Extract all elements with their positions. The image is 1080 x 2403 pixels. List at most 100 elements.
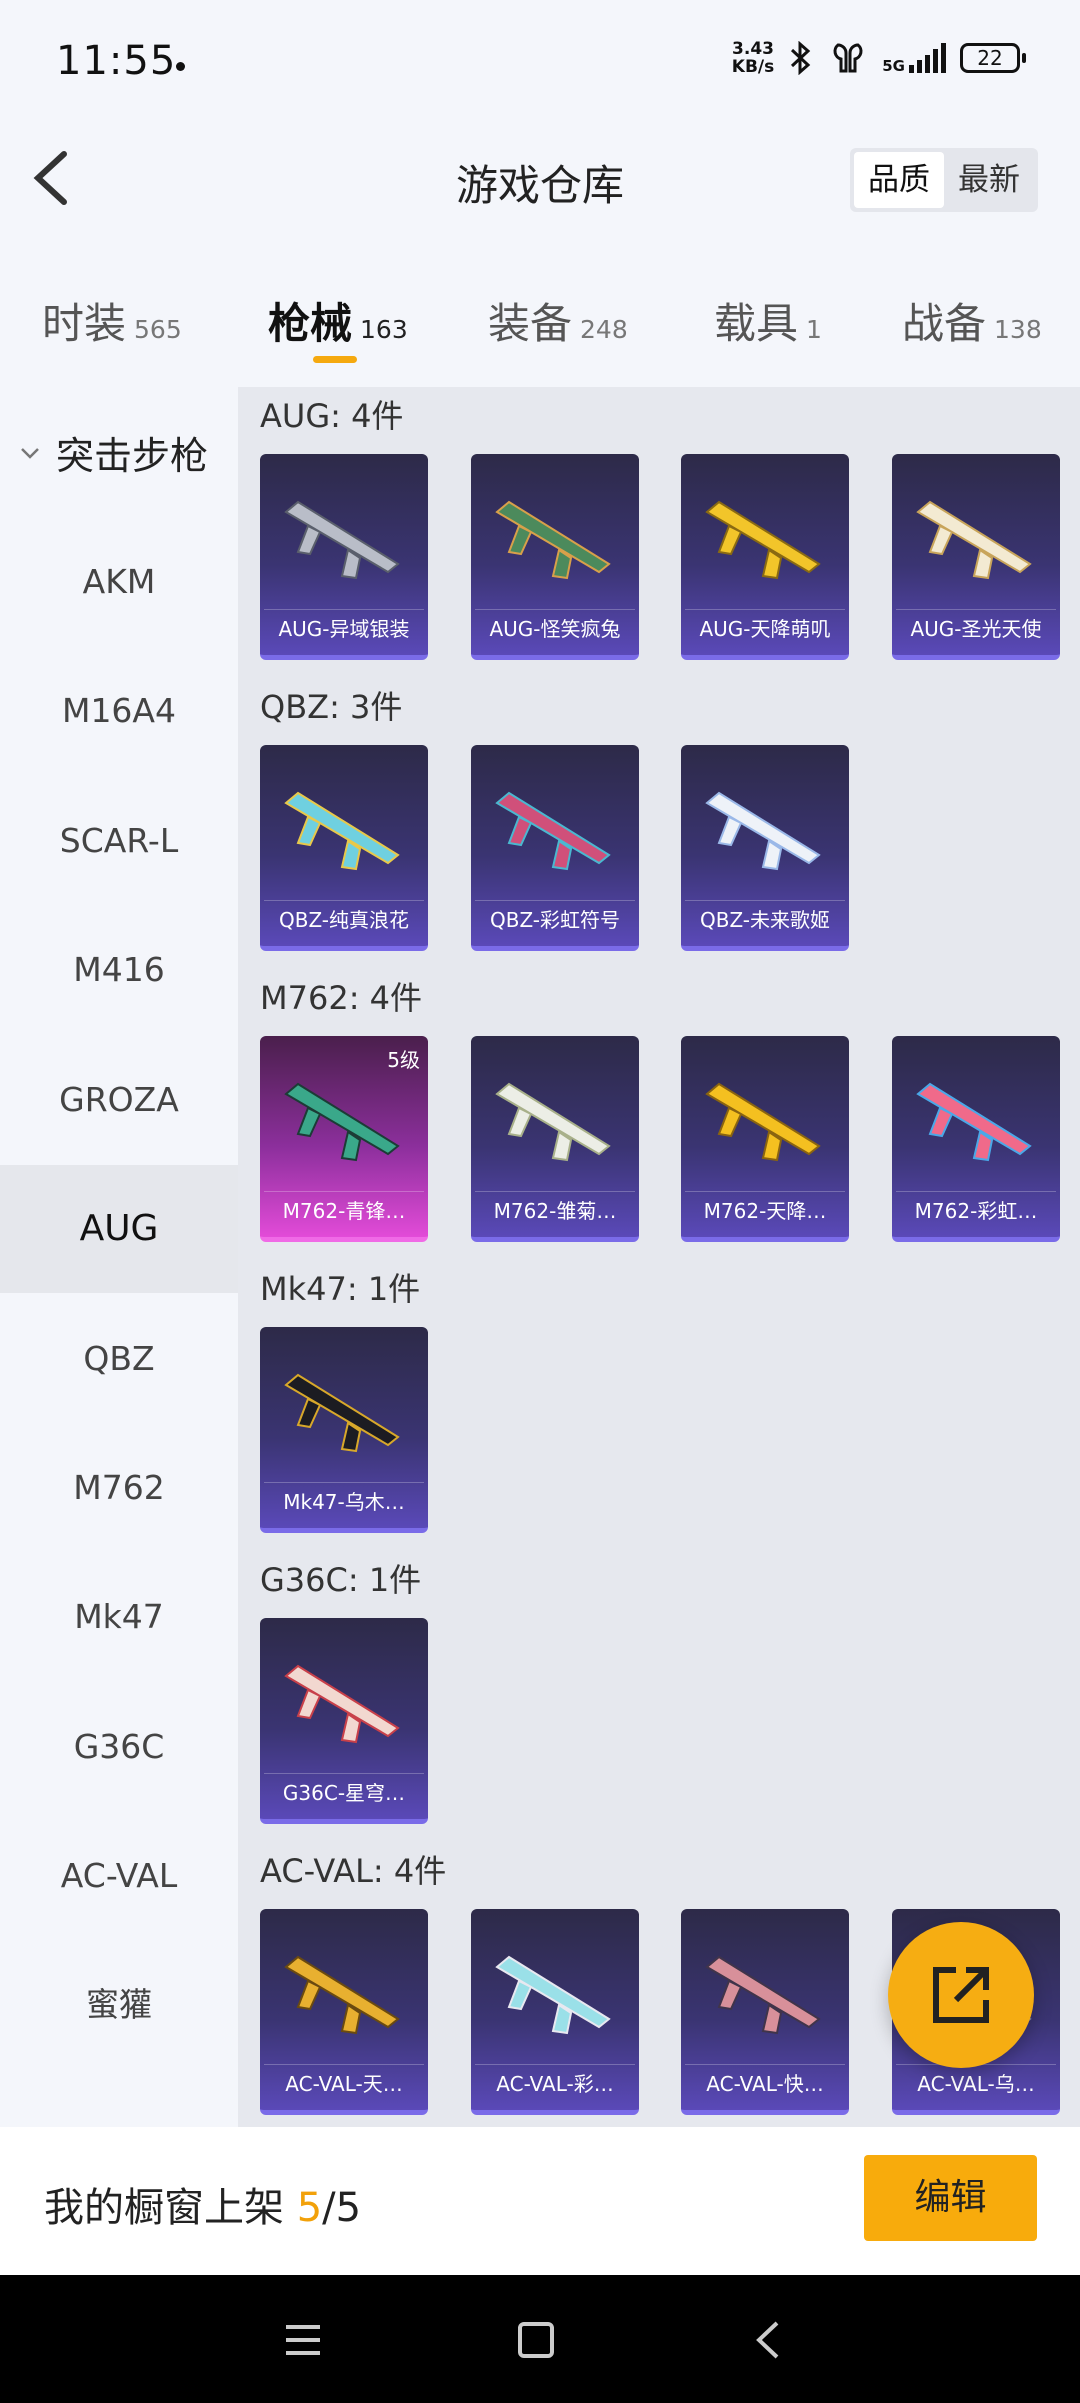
tab-count: 138: [994, 315, 1042, 344]
system-nav-bar: [0, 2275, 1080, 2403]
share-fab-button[interactable]: [888, 1922, 1034, 2068]
sidebar-item-aug[interactable]: AUG: [0, 1165, 238, 1293]
header: 游戏仓库 品质 最新: [0, 130, 1080, 230]
skin-card[interactable]: AC-VAL-天…: [260, 1909, 428, 2115]
skin-name: QBZ-纯真浪花: [264, 900, 424, 938]
skin-card[interactable]: 5级 M762-青锋…: [260, 1036, 428, 1242]
status-time: 11:55: [56, 38, 177, 84]
network-speed-unit: KB/s: [731, 57, 775, 77]
showcase-label: 我的橱窗上架: [44, 2185, 284, 2231]
category-tabs: 时装 565 枪械 163 装备 248 载具 1 战备 138: [0, 270, 1080, 380]
sidebar-item-groza[interactable]: GROZA: [0, 1036, 238, 1164]
sidebar-item-qbz[interactable]: QBZ: [0, 1295, 238, 1423]
skin-name: AUG-天降萌叽: [685, 609, 845, 647]
sidebar-item-m762[interactable]: M762: [0, 1424, 238, 1552]
skin-card[interactable]: AUG-异域银装: [260, 454, 428, 660]
sort-toggle: 品质 最新: [850, 148, 1038, 212]
skin-name: G36C-星穹…: [264, 1773, 424, 1811]
sidebar-item-akm[interactable]: AKM: [0, 518, 238, 646]
sidebar-item-g36c[interactable]: G36C: [0, 1683, 238, 1811]
skin-card[interactable]: G36C-星穹…: [260, 1618, 428, 1824]
skin-card[interactable]: QBZ-未来歌姬: [681, 745, 849, 951]
skin-card[interactable]: M762-雏菊…: [471, 1036, 639, 1242]
showcase-status: 我的橱窗上架 5/5: [44, 2175, 361, 2233]
sort-latest-option[interactable]: 最新: [944, 152, 1034, 208]
sort-quality-option[interactable]: 品质: [854, 152, 944, 208]
skin-name: AC-VAL-彩…: [475, 2064, 635, 2102]
menu-icon[interactable]: [278, 2315, 328, 2365]
rifle-icon: [495, 1955, 611, 2035]
skin-name: M762-彩虹…: [896, 1191, 1056, 1229]
sidebar-category-header[interactable]: 突击步枪: [18, 425, 208, 480]
rifle-icon: [284, 1955, 400, 2035]
group-title-ac-val: AC-VAL: 4件: [260, 1852, 447, 1890]
share-icon: [933, 1967, 989, 2023]
sidebar-item-m16a4[interactable]: M16A4: [0, 647, 238, 775]
sidebar-item-ac-val[interactable]: AC-VAL: [0, 1812, 238, 1940]
rifle-icon: [495, 500, 611, 580]
skin-card[interactable]: M762-天降…: [681, 1036, 849, 1242]
skin-card[interactable]: Mk47-乌木…: [260, 1327, 428, 1533]
rifle-icon: [916, 500, 1032, 580]
skin-card[interactable]: AC-VAL-彩…: [471, 1909, 639, 2115]
back-nav-icon[interactable]: [745, 2315, 795, 2365]
tab-label: 战备: [902, 299, 987, 348]
skin-card[interactable]: AUG-圣光天使: [892, 454, 1060, 660]
skin-name: AC-VAL-乌…: [896, 2064, 1056, 2102]
tab-equipment[interactable]: 装备 248: [488, 290, 628, 351]
tab-fashion[interactable]: 时装 565: [42, 290, 182, 351]
skin-name: AUG-怪笑疯兔: [475, 609, 635, 647]
signal-icon: [909, 43, 946, 73]
skin-name: AUG-圣光天使: [896, 609, 1056, 647]
sidebar-item-honey-badger[interactable]: 蜜獾: [0, 1941, 238, 2069]
rifle-icon: [916, 1082, 1032, 1162]
skin-name: AUG-异域银装: [264, 609, 424, 647]
status-bar: 11:55 3.43 KB/s 5G 22: [0, 0, 1080, 130]
network-speed: 3.43 KB/s: [732, 40, 774, 76]
showcase-total: /5: [322, 2185, 362, 2231]
rifle-icon: [705, 1082, 821, 1162]
sidebar-item-m416[interactable]: M416: [0, 906, 238, 1034]
sidebar-item-scar-l[interactable]: SCAR-L: [0, 777, 238, 905]
network-type: 5G: [882, 57, 905, 75]
skin-name: M762-天降…: [685, 1191, 845, 1229]
tab-firearms[interactable]: 枪械 163: [268, 290, 408, 351]
tab-label: 载具: [714, 299, 799, 348]
home-icon[interactable]: [511, 2315, 561, 2365]
tab-label: 装备: [488, 299, 573, 348]
skin-name: AC-VAL-快…: [685, 2064, 845, 2102]
tab-label: 时装: [42, 299, 127, 348]
battery-icon: 22: [960, 43, 1026, 73]
skin-card[interactable]: M762-彩虹…: [892, 1036, 1060, 1242]
rifle-icon: [284, 1373, 400, 1453]
rifle-icon: [495, 1082, 611, 1162]
skin-card[interactable]: AUG-怪笑疯兔: [471, 454, 639, 660]
showcase-count: 5: [296, 2185, 323, 2231]
edit-button[interactable]: 编辑: [864, 2155, 1037, 2241]
skin-card[interactable]: AUG-天降萌叽: [681, 454, 849, 660]
tab-label: 枪械: [268, 299, 353, 348]
skin-card[interactable]: QBZ-彩虹符号: [471, 745, 639, 951]
active-tab-indicator: [313, 356, 357, 363]
skin-card[interactable]: QBZ-纯真浪花: [260, 745, 428, 951]
skin-name: QBZ-未来歌姬: [685, 900, 845, 938]
rifle-icon: [495, 791, 611, 871]
group-title-g36c: G36C: 1件: [260, 1561, 422, 1599]
skin-name: M762-青锋…: [264, 1191, 424, 1229]
skin-card[interactable]: AC-VAL-快…: [681, 1909, 849, 2115]
cell-signal: 5G: [882, 43, 946, 75]
rifle-icon: [284, 500, 400, 580]
tab-count: 248: [580, 315, 628, 344]
rifle-icon: [705, 500, 821, 580]
tab-count: 163: [360, 315, 408, 344]
network-speed-value: 3.43: [732, 39, 774, 59]
sidebar-item-mk47[interactable]: Mk47: [0, 1553, 238, 1681]
skin-name: M762-雏菊…: [475, 1191, 635, 1229]
tab-supplies[interactable]: 战备 138: [902, 290, 1042, 351]
skin-name: Mk47-乌木…: [264, 1482, 424, 1520]
skin-name: QBZ-彩虹符号: [475, 900, 635, 938]
sidebar-category-label: 突击步枪: [56, 434, 209, 478]
rifle-icon: [705, 791, 821, 871]
tab-vehicles[interactable]: 载具 1: [714, 290, 822, 351]
bluetooth-icon: [791, 41, 811, 75]
